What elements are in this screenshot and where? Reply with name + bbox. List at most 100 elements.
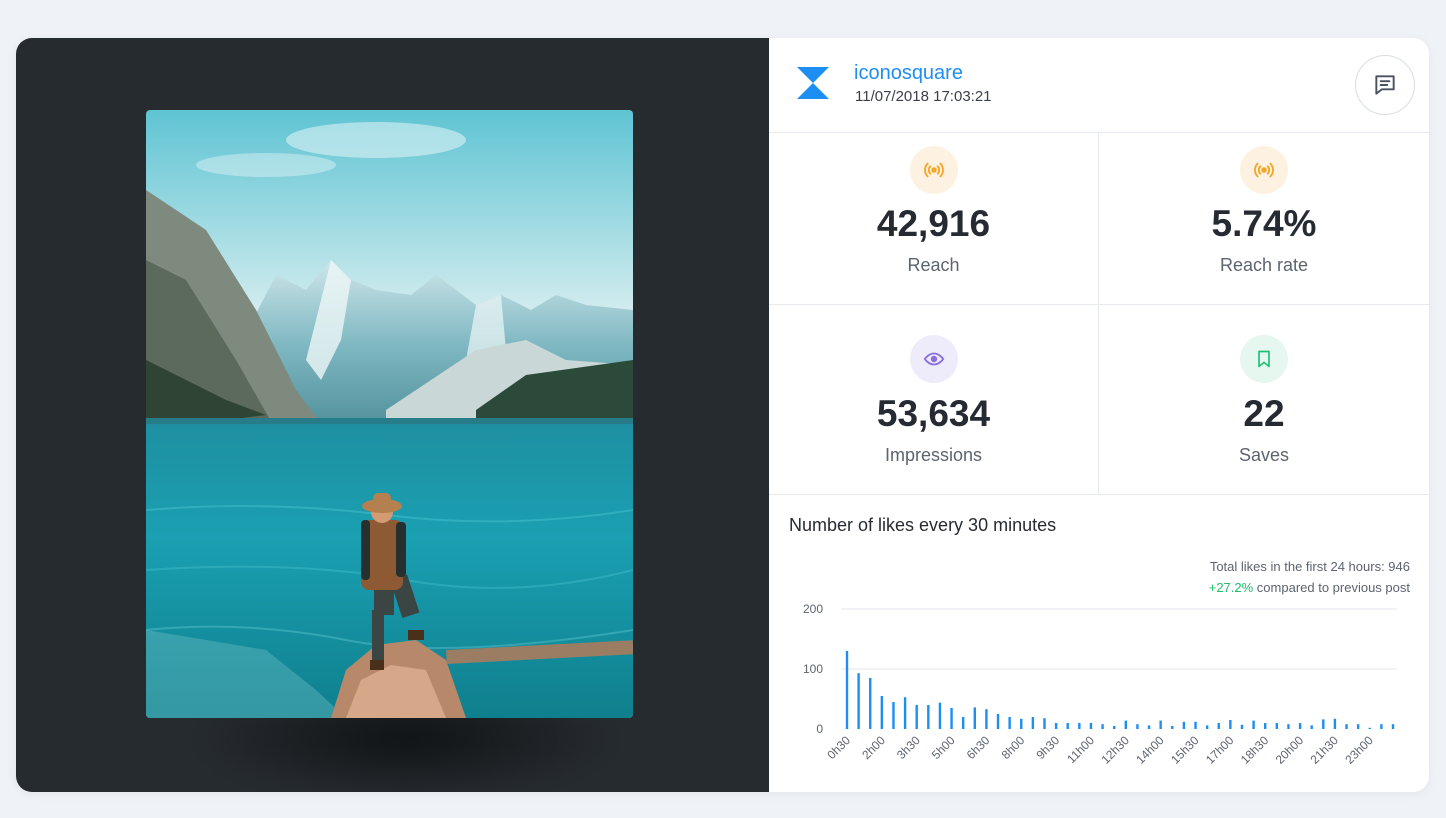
- x-tick-label: 17h00: [1203, 733, 1237, 767]
- chart-bar[interactable]: [985, 709, 988, 729]
- chart-bar[interactable]: [1008, 717, 1011, 729]
- account-header: iconosquare 11/07/2018 17:03:21: [769, 38, 1429, 133]
- x-tick-label: 2h00: [859, 733, 888, 762]
- chart-bar[interactable]: [1182, 721, 1186, 729]
- chart-bar[interactable]: [1264, 723, 1267, 729]
- stat-label: Reach rate: [1219, 255, 1309, 275]
- stat-reach: 42,916 Reach: [769, 133, 1099, 305]
- x-tick-label: 15h30: [1168, 733, 1202, 767]
- y-tick-label: 200: [803, 602, 823, 616]
- stat-value: 22: [1243, 393, 1285, 434]
- chart-bar[interactable]: [845, 651, 849, 729]
- stat-label: Impressions: [884, 445, 983, 465]
- likes-chart-section: Number of likes every 30 minutes Total l…: [769, 495, 1429, 790]
- chart-bar[interactable]: [903, 697, 907, 729]
- chart-bar[interactable]: [1287, 724, 1290, 729]
- comments-button[interactable]: [1355, 55, 1415, 115]
- stat-impressions: 53,634 Impressions: [769, 305, 1099, 494]
- insights-panel: iconosquare 11/07/2018 17:03:21 42,916 R…: [769, 38, 1429, 792]
- x-tick-label: 23h00: [1342, 733, 1376, 767]
- stat-saves: 22 Saves: [1099, 305, 1429, 494]
- x-tick-label: 20h00: [1273, 733, 1307, 767]
- chart-bar[interactable]: [1078, 723, 1081, 729]
- chart-bar[interactable]: [857, 673, 860, 729]
- chart-bar[interactable]: [1356, 724, 1360, 729]
- chart-bar[interactable]: [973, 707, 976, 729]
- stat-icon-bg: [1240, 335, 1288, 383]
- x-tick-label: 12h30: [1098, 733, 1132, 767]
- chart-bar[interactable]: [950, 708, 953, 729]
- chart-bar[interactable]: [1380, 724, 1383, 729]
- eye-icon: [923, 352, 944, 366]
- post-card: iconosquare 11/07/2018 17:03:21 42,916 R…: [16, 38, 1429, 792]
- stat-value: 42,916: [876, 203, 991, 244]
- post-date: 11/07/2018 17:03:21: [855, 88, 992, 105]
- x-tick-label: 14h00: [1133, 733, 1167, 767]
- account-name[interactable]: iconosquare: [854, 62, 963, 85]
- likes-bar-chart: 0 100 200 0h30 2h00 3h30 5h00 6h30 8h00 9h30 11h00…: [803, 602, 1397, 767]
- y-tick-label: 100: [803, 662, 823, 676]
- chart-bar[interactable]: [1310, 725, 1313, 729]
- chart-bar[interactable]: [1217, 723, 1220, 729]
- broadcast-icon: [1254, 162, 1274, 178]
- x-tick-label: 18h30: [1238, 733, 1272, 767]
- chart-bar[interactable]: [996, 714, 1000, 729]
- chart-bar[interactable]: [1205, 725, 1209, 729]
- chart-bar[interactable]: [1066, 723, 1069, 729]
- x-tick-label: 5h00: [929, 733, 958, 762]
- chart-bar[interactable]: [1136, 724, 1139, 729]
- chart-bar[interactable]: [1124, 720, 1128, 729]
- stat-value: 5.74%: [1211, 203, 1317, 244]
- x-tick-label: 3h30: [894, 733, 923, 762]
- chart-bar[interactable]: [1345, 724, 1348, 729]
- stat-icon-bg: [1240, 146, 1288, 194]
- stat-label: Reach: [907, 255, 960, 275]
- chart-bar[interactable]: [869, 678, 872, 729]
- x-tick-label: 0h30: [824, 733, 853, 762]
- chart-bar[interactable]: [1043, 718, 1046, 729]
- x-tick-label: 11h00: [1064, 733, 1097, 766]
- chart-bar[interactable]: [1368, 727, 1371, 729]
- stat-value: 53,634: [876, 393, 991, 434]
- chart-bar[interactable]: [1229, 720, 1232, 729]
- chart-bar[interactable]: [915, 705, 918, 729]
- chart-bar[interactable]: [880, 696, 884, 729]
- comment-icon: [1375, 75, 1395, 95]
- chart-bar[interactable]: [1333, 718, 1337, 729]
- x-tick-label: 21h30: [1308, 733, 1342, 767]
- chart-bar[interactable]: [1020, 718, 1023, 729]
- chart-bar[interactable]: [1322, 719, 1325, 729]
- x-tick-label: 8h00: [999, 733, 1028, 762]
- chart-bar[interactable]: [1298, 723, 1302, 729]
- iconosquare-logo-icon: [797, 67, 829, 99]
- chart-bar[interactable]: [1252, 720, 1255, 729]
- stats-grid: 42,916 Reach 5.74% Reach rate 53,634 Imp…: [769, 133, 1429, 495]
- x-tick-label: 6h30: [964, 733, 993, 762]
- chart-bar[interactable]: [1194, 721, 1197, 729]
- chart-bar[interactable]: [1112, 726, 1116, 729]
- chart-bar[interactable]: [1101, 724, 1104, 729]
- chart-bar[interactable]: [1391, 724, 1395, 729]
- stat-reach-rate: 5.74% Reach rate: [1099, 133, 1429, 305]
- chart-bar[interactable]: [927, 705, 930, 729]
- stat-label: Saves: [1238, 445, 1290, 465]
- chart-bar[interactable]: [1240, 724, 1244, 729]
- y-tick-label: 0: [816, 722, 823, 736]
- chart-bar[interactable]: [1147, 725, 1151, 729]
- chart-bar[interactable]: [1031, 717, 1035, 729]
- chart-bar[interactable]: [938, 702, 942, 729]
- broadcast-icon: [923, 162, 944, 178]
- media-panel: [16, 38, 769, 792]
- chart-bar[interactable]: [1159, 720, 1162, 729]
- stat-icon-bg: [909, 146, 958, 194]
- bookmark-icon: [1258, 350, 1270, 368]
- chart-bar[interactable]: [1275, 723, 1279, 729]
- chart-bar[interactable]: [1171, 726, 1174, 729]
- stat-icon-bg: [909, 335, 958, 383]
- chart-bar[interactable]: [1054, 723, 1058, 729]
- post-photo[interactable]: [146, 110, 633, 718]
- chart-bar[interactable]: [961, 717, 965, 729]
- chart-bar[interactable]: [892, 702, 895, 729]
- x-tick-label: 9h30: [1033, 733, 1062, 762]
- chart-bar[interactable]: [1089, 723, 1093, 729]
